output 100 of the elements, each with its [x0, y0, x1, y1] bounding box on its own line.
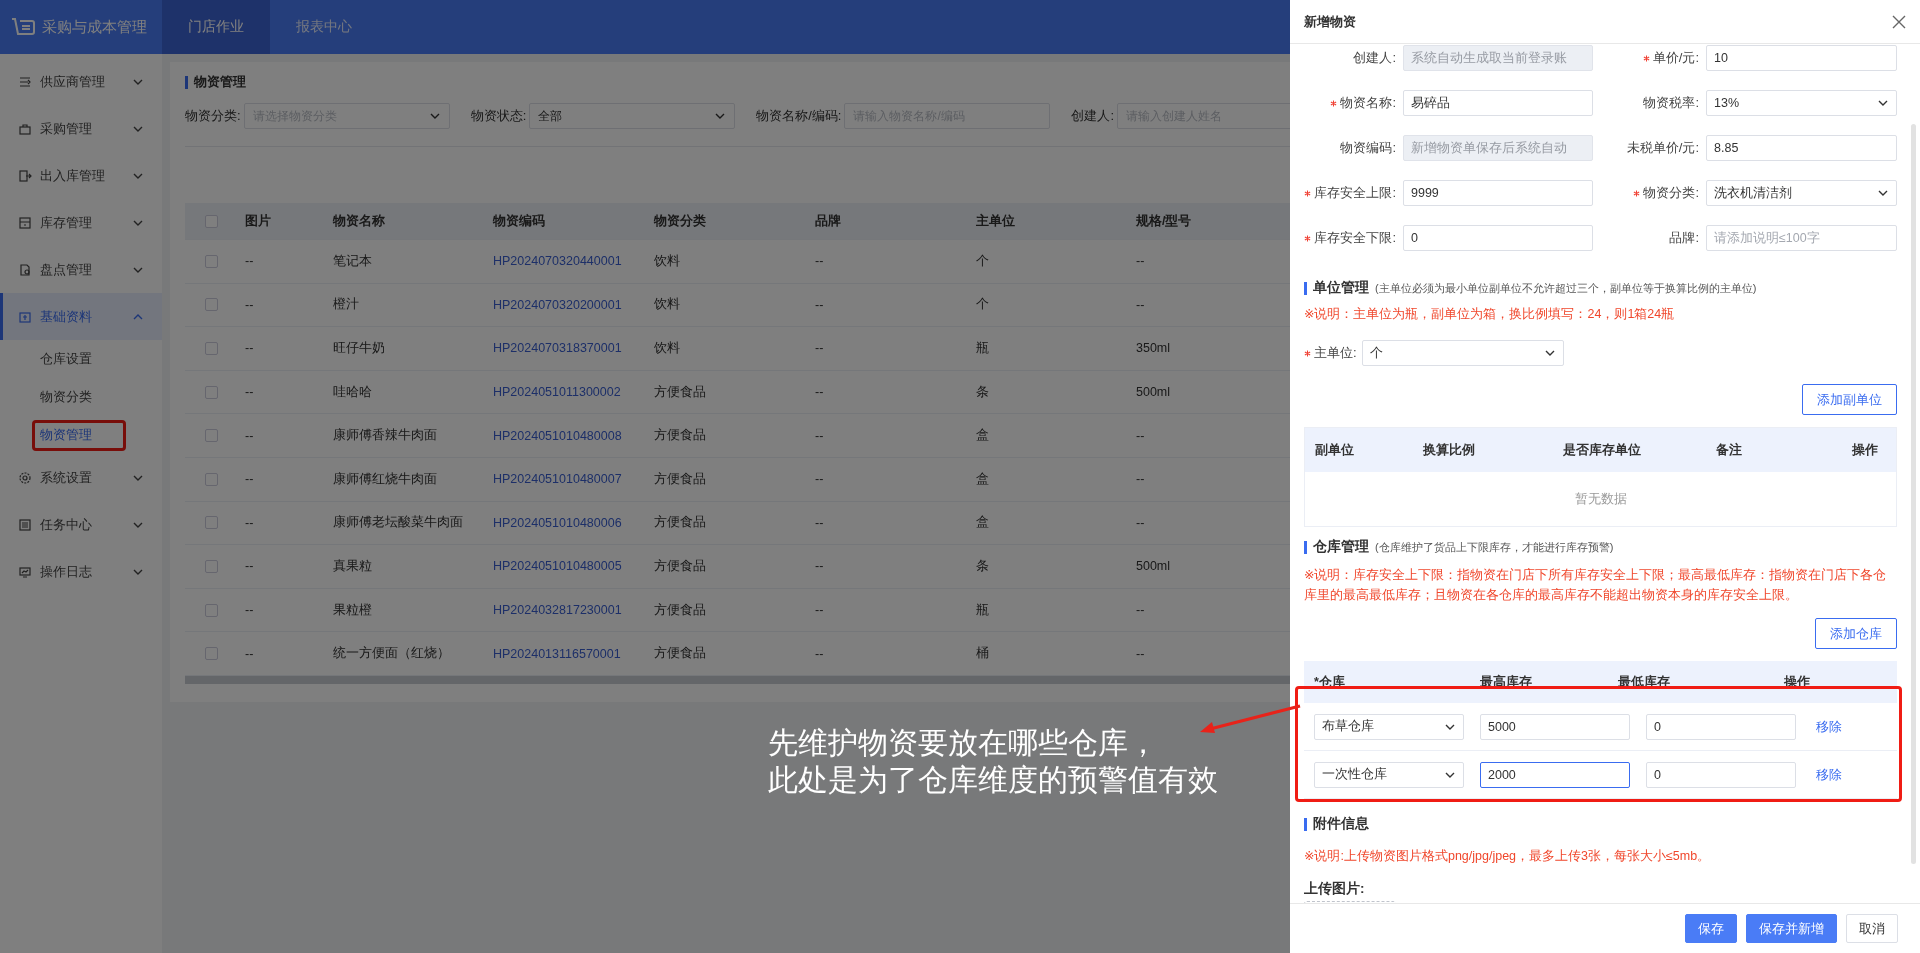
column-header: 图片	[245, 212, 272, 230]
action-button[interactable]: 保存并新增	[1746, 914, 1837, 943]
column-header: 规格/型号	[1136, 212, 1193, 230]
add-unit-button[interactable]: 添加副单位	[1802, 384, 1897, 415]
upload-label: 上传图片:	[1304, 880, 1366, 898]
checkbox[interactable]	[205, 298, 218, 312]
sidebar-item[interactable]: 库存管理	[0, 199, 162, 246]
scrollbar[interactable]	[1911, 124, 1916, 864]
table-cell-text: --	[245, 603, 255, 618]
code-link[interactable]: HP2024051010480005	[493, 559, 654, 574]
text-field[interactable]: 0	[1646, 761, 1796, 788]
text-field[interactable]: 5000	[1480, 713, 1630, 740]
column-header: 副单位	[1315, 441, 1355, 459]
section-title: 单位管理	[1313, 279, 1369, 297]
sidebar-item[interactable]: 采购管理	[0, 105, 162, 152]
checkbox[interactable]	[205, 342, 218, 355]
nav-tab[interactable]: 门店作业	[162, 0, 270, 54]
sidebar-item[interactable]: 基础资料	[0, 293, 162, 340]
table-cell-text: 方便食品	[654, 601, 707, 619]
code-link[interactable]: HP2024051010480007	[493, 472, 654, 487]
sidebar-subitem[interactable]: 仓库设置	[0, 340, 162, 378]
field-label: 物资编码:	[1340, 139, 1396, 157]
field-label: 库存安全上限:	[1314, 184, 1396, 202]
checkbox[interactable]	[205, 472, 218, 486]
action-button[interactable]: 保存	[1685, 914, 1737, 943]
checkbox[interactable]	[205, 429, 218, 443]
note-text: ※说明：库存安全上下限：指物资在门店下所有库存安全上下限；最高最低库存：指物资在门店下各仓库里的最高最低库存；且物资在各仓库的最高库存不能超出物资本身的库存安全上限。	[1304, 567, 1888, 604]
panel-icon	[18, 309, 32, 324]
code-link[interactable]: HP2024070318370001	[493, 341, 654, 356]
field-label: 未税单价/元:	[1626, 139, 1699, 157]
select-field[interactable]: 布草仓库	[1314, 713, 1464, 740]
text-field[interactable]: 8.85	[1706, 135, 1897, 161]
checkbox[interactable]	[205, 385, 218, 399]
text-field[interactable]: 易碎品	[1403, 90, 1593, 116]
drawer-title: 新增物资	[1304, 12, 1356, 31]
table-cell-text: --	[815, 297, 825, 312]
table-cell-text: 盒	[976, 427, 990, 445]
select-field[interactable]: 个	[1361, 340, 1564, 366]
table-cell-text: 瓶	[976, 601, 990, 619]
column-header: 物资分类	[654, 212, 707, 230]
checkbox[interactable]	[205, 254, 218, 268]
sidebar-item[interactable]: 操作日志	[0, 548, 162, 595]
code-link[interactable]: HP2024070320200001	[493, 297, 654, 312]
select-field[interactable]: 洗衣机清洁剂	[1706, 180, 1897, 206]
select-field[interactable]: 一次性仓库	[1314, 761, 1464, 788]
logo-icon	[10, 17, 36, 37]
sidebar-subitem[interactable]: 物资分类	[0, 378, 162, 416]
table-cell-text: --	[1136, 254, 1146, 269]
code-link[interactable]: HP2024051011300002	[493, 385, 654, 400]
checkbox[interactable]	[205, 516, 218, 530]
select-field[interactable]: 13%	[1706, 90, 1897, 116]
required-icon	[1330, 99, 1338, 107]
add-warehouse-button[interactable]: 添加仓库	[1815, 618, 1897, 649]
table-cell-text: 方便食品	[654, 514, 707, 532]
remove-link[interactable]: 移除	[1812, 717, 1897, 736]
code-link[interactable]: HP2024051010480006	[493, 515, 654, 530]
code-link[interactable]: HP2024051010480008	[493, 428, 654, 443]
remove-link[interactable]: 移除	[1812, 765, 1897, 784]
table-cell-text: --	[815, 428, 825, 443]
code-link[interactable]: HP2024013116570001	[493, 646, 654, 661]
close-icon[interactable]	[1892, 14, 1906, 29]
text-field[interactable]: 10	[1706, 45, 1897, 71]
text-field[interactable]: 9999	[1403, 180, 1593, 206]
field-label: 主单位:	[1314, 344, 1357, 362]
table-cell-text: --	[245, 341, 255, 356]
sidebar-item[interactable]: 供应商管理	[0, 58, 162, 105]
checkbox[interactable]	[205, 647, 218, 661]
checkbox[interactable]	[205, 559, 218, 573]
sidebar-item[interactable]: 出入库管理	[0, 152, 162, 199]
column-header: 备注	[1716, 441, 1743, 459]
table-cell-text: --	[815, 341, 825, 356]
sidebar-item[interactable]: 任务中心	[0, 501, 162, 548]
nav-tab[interactable]: 报表中心	[270, 0, 378, 54]
sidebar-subitem[interactable]: 物资管理	[0, 416, 162, 454]
text-field[interactable]: 0	[1646, 713, 1796, 740]
note-text: ※说明:上传物资图片格式png/jpg/jpeg，最多上传3张，每张大小≤5mb。	[1304, 848, 1712, 865]
action-button[interactable]: 取消	[1846, 914, 1898, 943]
table-cell-text: --	[245, 472, 255, 487]
checkbox[interactable]	[205, 214, 218, 228]
text-field[interactable]: 0	[1403, 225, 1593, 251]
required-icon	[1304, 234, 1312, 242]
table-cell-text: --	[815, 472, 825, 487]
table-cell-text: --	[1136, 472, 1146, 487]
text-field[interactable]: 2000	[1480, 761, 1630, 788]
table-cell-text: --	[245, 297, 255, 312]
code-link[interactable]: HP2024032817230001	[493, 603, 654, 618]
field-label: 创建人:	[1353, 49, 1396, 67]
code-link[interactable]: HP2024070320440001	[493, 254, 654, 269]
sidebar-item[interactable]: 盘点管理	[0, 246, 162, 293]
text-field[interactable]: 请添加说明≤100字	[1706, 225, 1897, 251]
filter-label: 物资分类:	[185, 107, 241, 125]
field-label: 单价/元:	[1652, 49, 1699, 67]
table-cell-text: 盒	[976, 514, 990, 532]
checkbox[interactable]	[205, 603, 218, 617]
filter-select[interactable]: 全部	[529, 103, 736, 129]
filter-label: 创建人:	[1071, 107, 1115, 125]
list-icon	[18, 517, 32, 532]
required-icon	[1642, 54, 1650, 62]
sidebar-item[interactable]: 系统设置	[0, 454, 162, 501]
column-header: 主单位	[976, 212, 1016, 230]
